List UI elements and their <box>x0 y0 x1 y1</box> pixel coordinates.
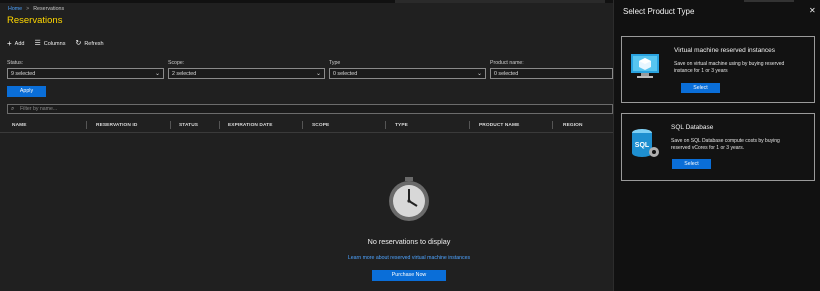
column-divider[interactable] <box>385 121 386 129</box>
type-filter-label: Type <box>329 60 341 66</box>
vm-card-description-line-1: Save on virtual machine using by buying … <box>674 61 785 67</box>
vm-card-title: Virtual machine reserved instances <box>674 47 776 54</box>
column-header-region[interactable]: REGION <box>563 123 583 128</box>
page-title: Reservations <box>7 15 63 26</box>
sql-card-description-line-2: reserved vCores for 1 or 3 years. <box>671 145 745 151</box>
product-name-dropdown[interactable]: 0 selected <box>490 68 613 79</box>
column-header-name[interactable]: NAME <box>12 123 27 128</box>
breadcrumb: Home > Reservations <box>8 6 64 12</box>
columns-icon: ☰ <box>34 40 41 47</box>
scope-dropdown[interactable]: 2 selected ⌄ <box>168 68 325 79</box>
breadcrumb-separator: > <box>26 6 30 12</box>
close-icon[interactable]: ✕ <box>809 6 816 15</box>
column-header-status[interactable]: STATUS <box>179 123 198 128</box>
chevron-down-icon: ⌄ <box>476 71 482 77</box>
column-divider[interactable] <box>86 121 87 129</box>
main-content: Home > Reservations Reservations + Add ☰ Col… <box>0 3 613 291</box>
filter-bar: Status: 9 selected ⌄ Scope: 2 selected ⌄ T… <box>7 60 613 82</box>
empty-state-message: No reservations to display <box>367 237 451 246</box>
column-divider[interactable] <box>170 121 171 129</box>
column-header-expiration-date[interactable]: EXPIRATION DATE <box>228 123 273 128</box>
filter-by-name-input[interactable]: ⌕ Filter by name... <box>7 104 613 114</box>
type-dropdown[interactable]: 0 selected ⌄ <box>329 68 486 79</box>
vm-reserved-instances-card[interactable]: Virtual machine reserved instances Save … <box>621 36 815 103</box>
sql-card-description: Save on SQL Database compute costs by bu… <box>671 138 780 152</box>
column-header-product-name[interactable]: PRODUCT NAME <box>479 123 519 128</box>
sql-select-button[interactable]: Select <box>672 159 711 169</box>
column-header-type[interactable]: TYPE <box>395 123 408 128</box>
sql-database-icon: SQL <box>632 129 659 157</box>
status-dropdown-value: 9 selected <box>11 71 36 77</box>
columns-label: Columns <box>43 41 66 47</box>
scope-dropdown-value: 2 selected <box>172 71 197 77</box>
clock-icon <box>389 177 429 221</box>
vm-card-description: Save on virtual machine using by buying … <box>674 61 784 75</box>
breadcrumb-current: Reservations <box>33 6 65 12</box>
status-filter: Status: 9 selected ⌄ <box>7 60 164 79</box>
filter-placeholder: Filter by name... <box>20 106 58 112</box>
status-dropdown[interactable]: 9 selected ⌄ <box>7 68 164 79</box>
sql-card-description-line-1: Save on SQL Database compute costs by bu… <box>671 138 780 144</box>
plus-icon: + <box>7 39 12 48</box>
chevron-down-icon: ⌄ <box>154 71 160 77</box>
vm-card-description-line-2: instance for 1 or 3 years <box>674 68 728 74</box>
sql-card-title: SQL Database <box>671 124 714 131</box>
purchase-now-button[interactable]: Purchase Now <box>372 270 446 281</box>
panel-title: Select Product Type <box>623 7 695 16</box>
breadcrumb-home-link[interactable]: Home <box>8 6 22 12</box>
select-product-type-panel: Select Product Type ✕ Virtual machine re… <box>613 0 820 291</box>
svg-text:SQL: SQL <box>635 142 650 149</box>
apply-button[interactable]: Apply <box>7 86 46 97</box>
column-header-reservation-id[interactable]: RESERVATION ID <box>96 123 137 128</box>
column-divider[interactable] <box>552 121 553 129</box>
column-divider[interactable] <box>469 121 470 129</box>
chevron-down-icon: ⌄ <box>315 71 321 77</box>
panel-top-strip <box>744 0 794 2</box>
table-header: NAME RESERVATION ID STATUS EXPIRATION DA… <box>0 119 613 133</box>
vm-select-button[interactable]: Select <box>681 83 720 93</box>
column-divider[interactable] <box>302 121 303 129</box>
status-filter-label: Status: <box>7 60 24 66</box>
scope-filter: Scope: 2 selected ⌄ <box>168 60 325 79</box>
sql-database-card[interactable]: SQL SQL Database Save on SQL Database co… <box>621 113 815 181</box>
refresh-button[interactable]: ↻ Refresh <box>75 40 103 48</box>
add-button[interactable]: + Add <box>7 40 24 48</box>
scope-filter-label: Scope: <box>168 60 185 66</box>
column-divider[interactable] <box>219 121 220 129</box>
refresh-label: Refresh <box>84 41 104 47</box>
vm-monitor-icon <box>631 54 659 78</box>
type-filter: Type 0 selected ⌄ <box>329 60 486 79</box>
columns-button[interactable]: ☰ Columns <box>34 40 65 48</box>
toolbar: + Add ☰ Columns ↻ Refresh <box>7 40 104 48</box>
product-name-filter: Product name: 0 selected <box>490 60 613 79</box>
type-dropdown-value: 0 selected <box>333 71 358 77</box>
column-header-scope[interactable]: SCOPE <box>312 123 329 128</box>
product-name-filter-label: Product name: <box>490 60 524 66</box>
refresh-icon: ↻ <box>75 40 82 47</box>
product-name-dropdown-value: 0 selected <box>494 71 519 77</box>
add-label: Add <box>14 41 25 47</box>
learn-more-link[interactable]: Learn more about reserved virtual machin… <box>300 255 518 261</box>
search-icon: ⌕ <box>11 106 15 112</box>
